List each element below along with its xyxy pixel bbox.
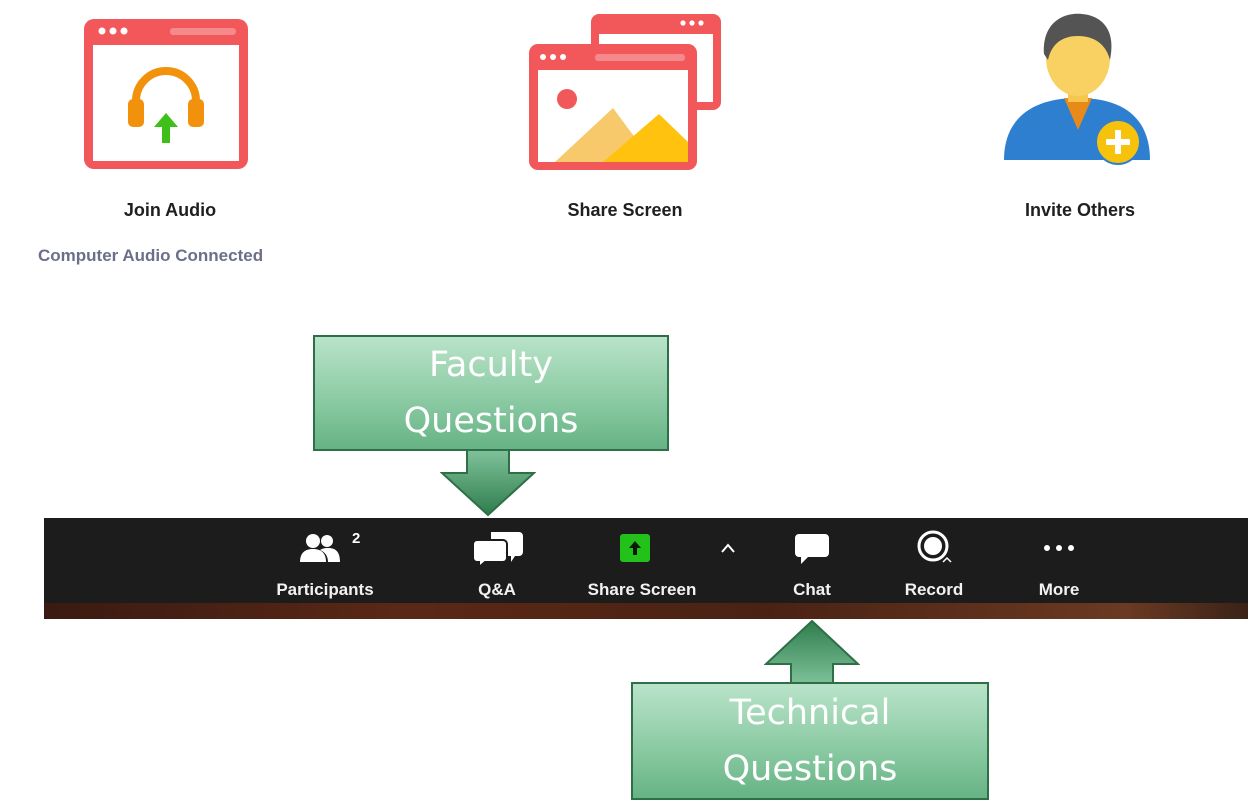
share-screen-tile-button[interactable]: Share Screen [515,10,735,235]
qa-label: Q&A [478,580,516,599]
chat-button[interactable]: Chat [770,518,854,603]
participants-icon [300,534,340,562]
more-label: More [1038,580,1080,599]
technical-callout-line1: Technical [729,693,891,733]
faculty-callout-line1: Faculty [429,345,553,385]
record-button[interactable]: Record [890,518,978,603]
audio-status-text: Computer Audio Connected [38,246,264,265]
share-screen-icon [620,534,650,562]
share-screen-tile-icon [529,14,721,170]
share-screen-tile-label: Share Screen [567,200,683,220]
qa-icon [473,532,523,568]
ellipsis-icon [1044,545,1074,551]
participants-button[interactable]: 2 Participants [264,518,386,603]
invite-others-icon [1004,13,1150,165]
chevron-up-icon [721,543,735,553]
meeting-toolbar: 2 Participants Q&A Share Screen Chat Rec… [44,518,1248,603]
record-label: Record [904,580,964,599]
chat-icon [795,534,829,564]
faculty-questions-callout: Faculty Questions [313,335,669,451]
invite-others-label: Invite Others [1024,200,1136,220]
join-audio-icon [84,19,248,169]
share-screen-button[interactable]: Share Screen [574,518,710,603]
record-icon [917,530,952,563]
join-audio-button[interactable]: Join Audio [60,10,280,235]
chat-label: Chat [793,580,831,599]
faculty-callout-line2: Questions [403,401,579,441]
video-background-strip [44,603,1248,619]
technical-callout-line2: Questions [722,749,898,789]
technical-up-arrow [764,620,860,686]
participants-count: 2 [352,530,361,547]
join-audio-label: Join Audio [123,200,217,220]
share-options-button[interactable] [712,518,744,603]
participants-label: Participants [276,580,374,599]
qa-button[interactable]: Q&A [454,518,540,603]
faculty-down-arrow [440,449,536,517]
invite-others-button[interactable]: Invite Others [970,10,1190,235]
more-button[interactable]: More [1016,518,1102,603]
share-screen-label: Share Screen [587,580,697,599]
technical-questions-callout: Technical Questions [631,682,989,800]
